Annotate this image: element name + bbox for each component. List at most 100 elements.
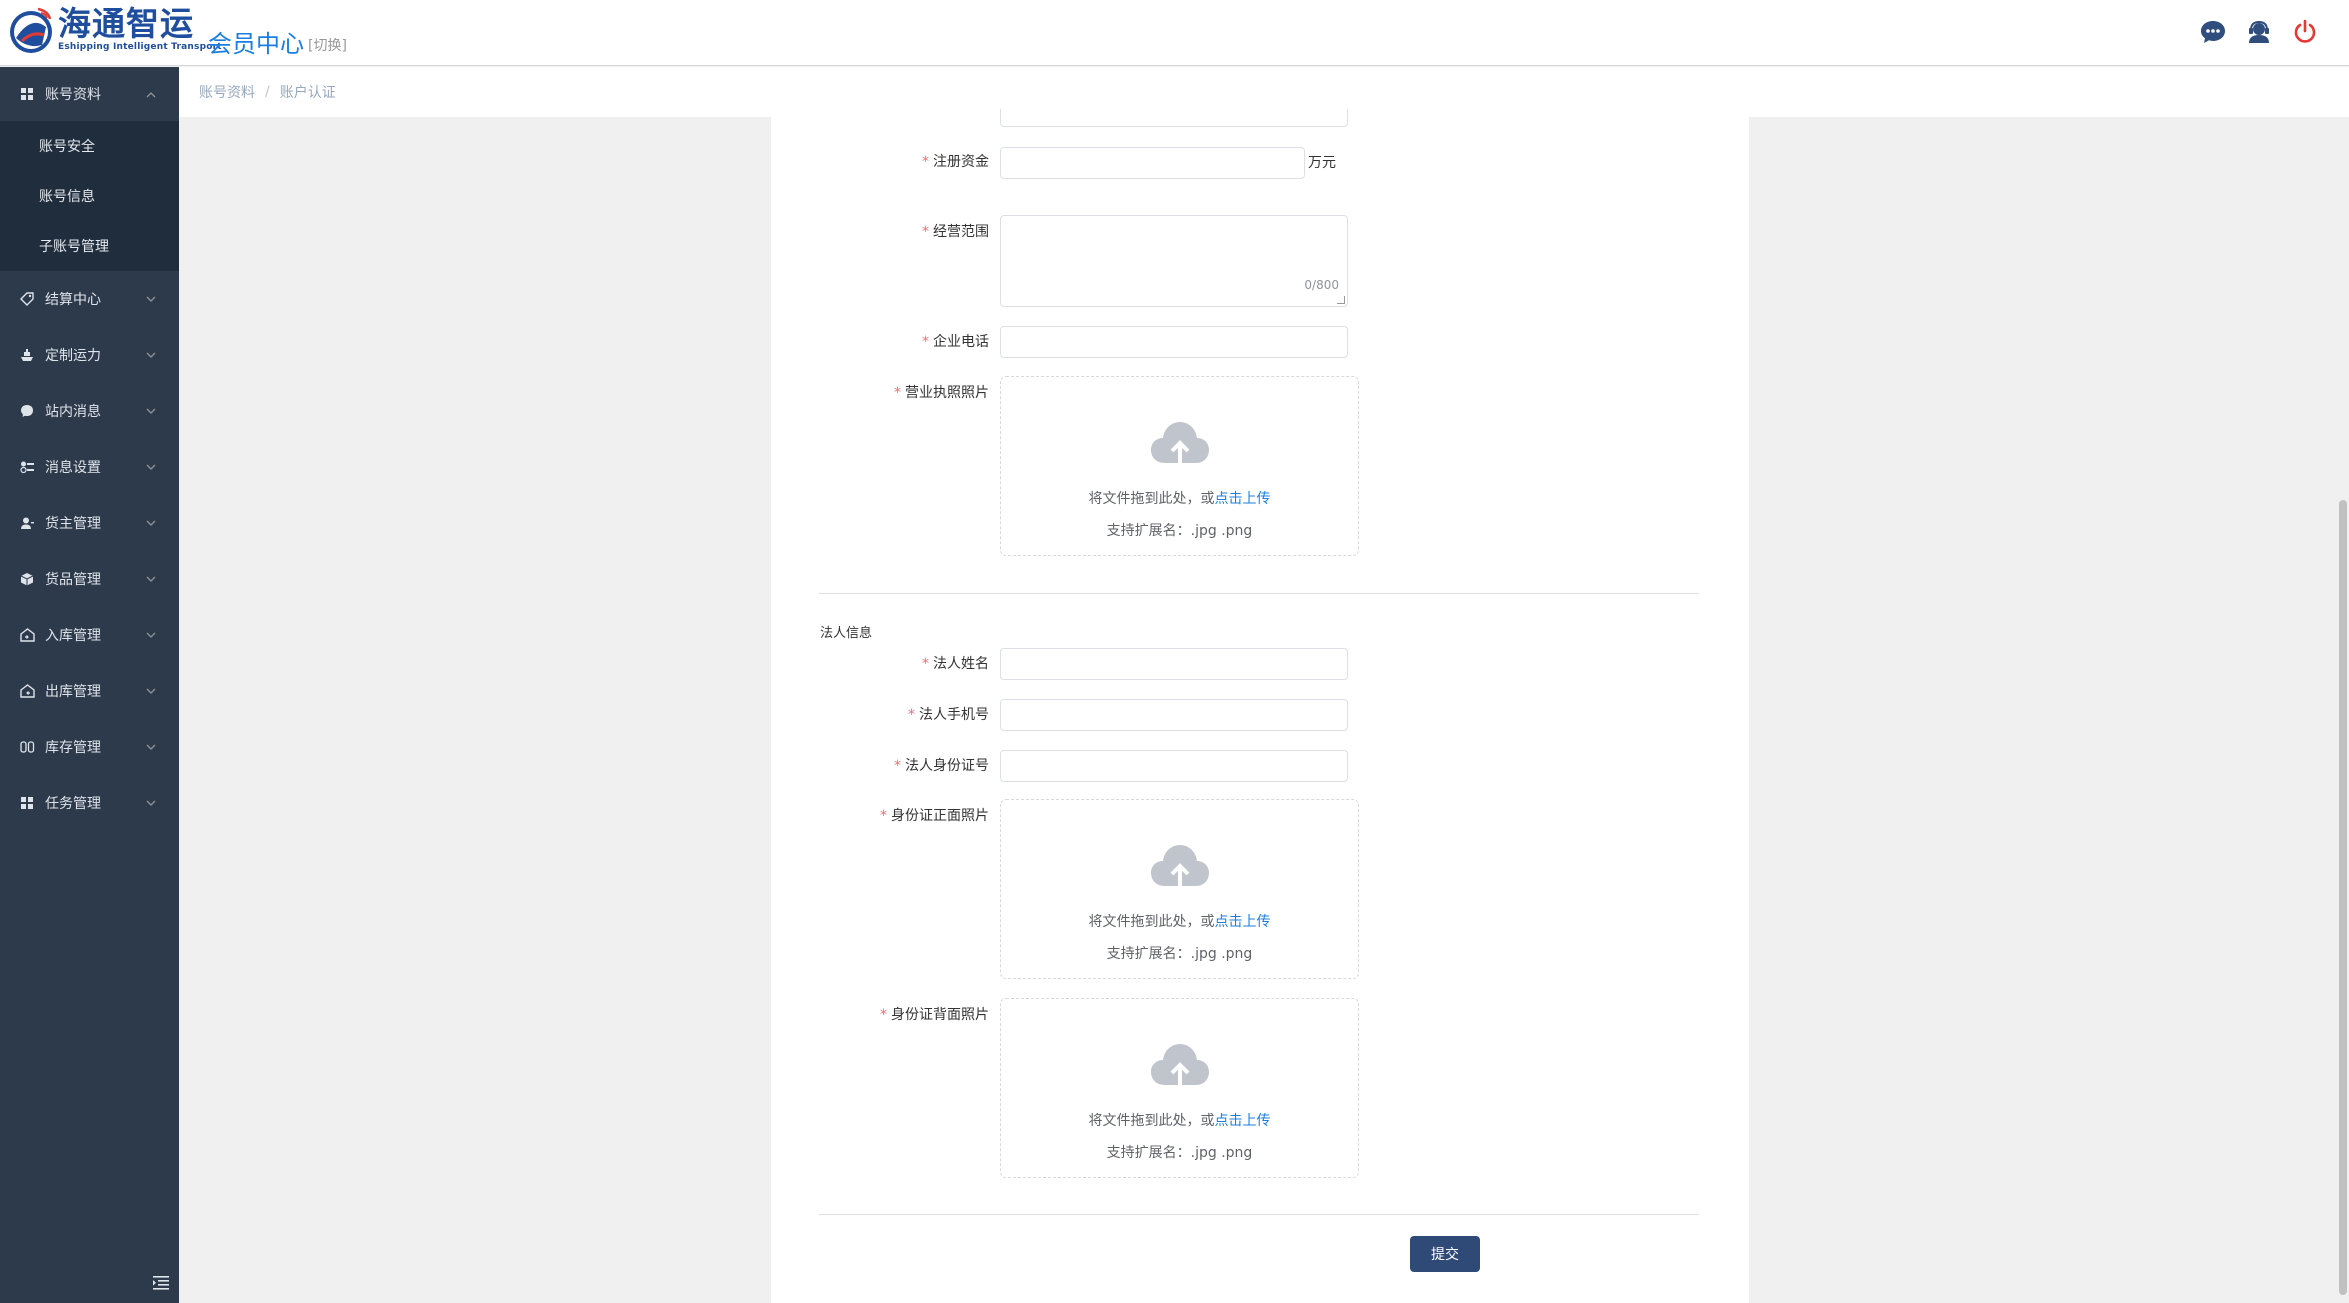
chevron-down-icon bbox=[146, 800, 156, 806]
sidebar-item-message-settings[interactable]: 消息设置 bbox=[0, 439, 179, 495]
chevron-down-icon bbox=[146, 296, 156, 302]
chevron-down-icon bbox=[146, 520, 156, 526]
breadcrumb-item-account[interactable]: 账号资料 bbox=[199, 82, 255, 102]
upload-cloud-icon bbox=[1151, 422, 1209, 463]
sidebar-item-tasks[interactable]: 任务管理 bbox=[0, 775, 179, 831]
grid-icon bbox=[19, 86, 35, 102]
sidebar-item-label: 站内消息 bbox=[45, 404, 101, 420]
sidebar-item-label: 货主管理 bbox=[45, 516, 101, 532]
sidebar-item-messages[interactable]: 站内消息 bbox=[0, 383, 179, 439]
main-card: * 注册资金 万元 * 经营范围 0/800 * 企业电话 * 营业执照照片 将文件拖到… bbox=[771, 109, 1749, 1303]
inventory-icon bbox=[19, 739, 35, 755]
submit-button[interactable]: 提交 bbox=[1410, 1236, 1480, 1272]
sidebar-item-label: 消息设置 bbox=[45, 460, 101, 476]
chevron-down-icon bbox=[146, 688, 156, 694]
sidebar-item-label: 账号资料 bbox=[45, 87, 101, 103]
sidebar-item-settlement[interactable]: 结算中心 bbox=[0, 271, 179, 327]
sidebar-item-account[interactable]: 账号资料 bbox=[0, 67, 179, 121]
breadcrumb-separator: / bbox=[265, 84, 270, 100]
sidebar: 账号资料 账号安全 账号信息 子账号管理 结算中心 定制运力 站内消息 消息设置… bbox=[0, 67, 179, 1303]
bottom-divider bbox=[819, 1214, 1699, 1215]
collapse-menu-icon[interactable] bbox=[152, 1273, 170, 1291]
upload-extensions: 支持扩展名：.jpg .png bbox=[1106, 523, 1253, 539]
chevron-down-icon bbox=[146, 744, 156, 750]
sidebar-item-label: 货品管理 bbox=[45, 572, 101, 588]
chevron-up-icon bbox=[146, 92, 156, 98]
sidebar-item-label: 库存管理 bbox=[45, 740, 101, 756]
chevron-down-icon bbox=[146, 408, 156, 414]
settings-list-icon bbox=[19, 459, 35, 475]
sidebar-item-inventory[interactable]: 库存管理 bbox=[0, 719, 179, 775]
sidebar-item-capacity[interactable]: 定制运力 bbox=[0, 327, 179, 383]
sidebar-subitem-security[interactable]: 账号安全 bbox=[0, 121, 179, 171]
upload-click-link[interactable]: 点击上传 bbox=[1215, 491, 1271, 507]
legal-id-label: * 法人身份证号 bbox=[894, 758, 989, 774]
chat-icon[interactable] bbox=[2199, 18, 2227, 46]
switch-link[interactable]: [切换] bbox=[308, 35, 347, 55]
warehouse-in-icon bbox=[19, 627, 35, 643]
chevron-down-icon bbox=[146, 632, 156, 638]
sidebar-item-outbound[interactable]: 出库管理 bbox=[0, 663, 179, 719]
upload-click-link[interactable]: 点击上传 bbox=[1215, 914, 1271, 930]
scrollbar-thumb[interactable] bbox=[2339, 500, 2347, 1295]
breadcrumb-item-certification: 账户认证 bbox=[279, 85, 336, 101]
legal-section-title: 法人信息 bbox=[820, 626, 873, 641]
sidebar-subitem-subaccounts[interactable]: 子账号管理 bbox=[0, 221, 179, 271]
logo[interactable]: 海通智运 Eshipping Intelligent Transport bbox=[8, 5, 222, 55]
top-bar: 海通智运 Eshipping Intelligent Transport 会员中… bbox=[0, 0, 2349, 66]
submenu-account: 账号安全 账号信息 子账号管理 bbox=[0, 121, 179, 271]
sidebar-item-shippers[interactable]: 货主管理 bbox=[0, 495, 179, 551]
warehouse-out-icon bbox=[19, 683, 35, 699]
business-license-label: * 营业执照照片 bbox=[894, 385, 989, 401]
cut-off-input[interactable] bbox=[1000, 109, 1348, 127]
business-scope-textarea[interactable]: 0/800 bbox=[1000, 215, 1348, 307]
registered-capital-unit: 万元 bbox=[1308, 155, 1336, 171]
upload-hint-text: 将文件拖到此处，或 bbox=[1088, 491, 1215, 507]
business-scope-counter: 0/800 bbox=[1304, 278, 1339, 292]
sidebar-item-label: 出库管理 bbox=[45, 684, 101, 700]
chevron-down-icon bbox=[146, 464, 156, 470]
customer-service-icon[interactable] bbox=[2245, 18, 2273, 46]
grid-icon bbox=[19, 795, 35, 811]
chevron-down-icon bbox=[146, 352, 156, 358]
section-divider bbox=[819, 593, 1699, 594]
upload-hint-text: 将文件拖到此处，或 bbox=[1088, 1113, 1215, 1129]
id-front-label: * 身份证正面照片 bbox=[880, 808, 989, 824]
id-back-label: * 身份证背面照片 bbox=[880, 1007, 989, 1023]
id-back-upload[interactable]: 将文件拖到此处，或点击上传 支持扩展名：.jpg .png bbox=[1000, 998, 1359, 1178]
logo-mark-icon bbox=[8, 5, 54, 55]
app-title: 会员中心 bbox=[208, 30, 304, 58]
id-front-upload[interactable]: 将文件拖到此处，或点击上传 支持扩展名：.jpg .png bbox=[1000, 799, 1359, 979]
logo-text-cn: 海通智运 bbox=[58, 4, 194, 43]
upload-click-link[interactable]: 点击上传 bbox=[1215, 1113, 1271, 1129]
registered-capital-input[interactable] bbox=[1000, 147, 1305, 179]
sidebar-item-label: 任务管理 bbox=[45, 796, 101, 812]
legal-name-input[interactable] bbox=[1000, 648, 1348, 680]
company-phone-label: * 企业电话 bbox=[922, 334, 989, 350]
ship-icon bbox=[19, 347, 35, 363]
legal-id-input[interactable] bbox=[1000, 750, 1348, 782]
business-scope-label: * 经营范围 bbox=[922, 224, 989, 240]
sidebar-subitem-info[interactable]: 账号信息 bbox=[0, 171, 179, 221]
box-icon bbox=[19, 571, 35, 587]
upload-cloud-icon bbox=[1151, 1044, 1209, 1085]
company-phone-input[interactable] bbox=[1000, 326, 1348, 358]
certification-form: * 注册资金 万元 * 经营范围 0/800 * 企业电话 * 营业执照照片 将文件拖到… bbox=[771, 109, 1749, 1303]
legal-name-label: * 法人姓名 bbox=[922, 656, 989, 672]
resize-handle-icon[interactable] bbox=[1337, 296, 1345, 304]
upload-extensions: 支持扩展名：.jpg .png bbox=[1106, 946, 1253, 962]
legal-phone-input[interactable] bbox=[1000, 699, 1348, 731]
user-icon bbox=[19, 515, 35, 531]
chevron-down-icon bbox=[146, 576, 156, 582]
sidebar-item-label: 入库管理 bbox=[45, 628, 101, 644]
logo-text-en: Eshipping Intelligent Transport bbox=[58, 42, 222, 52]
upload-cloud-icon bbox=[1151, 845, 1209, 886]
sidebar-item-label: 结算中心 bbox=[45, 292, 101, 308]
tag-icon bbox=[19, 291, 35, 307]
chat-bubble-icon bbox=[19, 403, 35, 419]
sidebar-item-goods[interactable]: 货品管理 bbox=[0, 551, 179, 607]
sidebar-item-inbound[interactable]: 入库管理 bbox=[0, 607, 179, 663]
upload-extensions: 支持扩展名：.jpg .png bbox=[1106, 1145, 1253, 1161]
power-icon[interactable] bbox=[2291, 18, 2319, 46]
business-license-upload[interactable]: 将文件拖到此处，或点击上传 支持扩展名：.jpg .png bbox=[1000, 376, 1359, 556]
